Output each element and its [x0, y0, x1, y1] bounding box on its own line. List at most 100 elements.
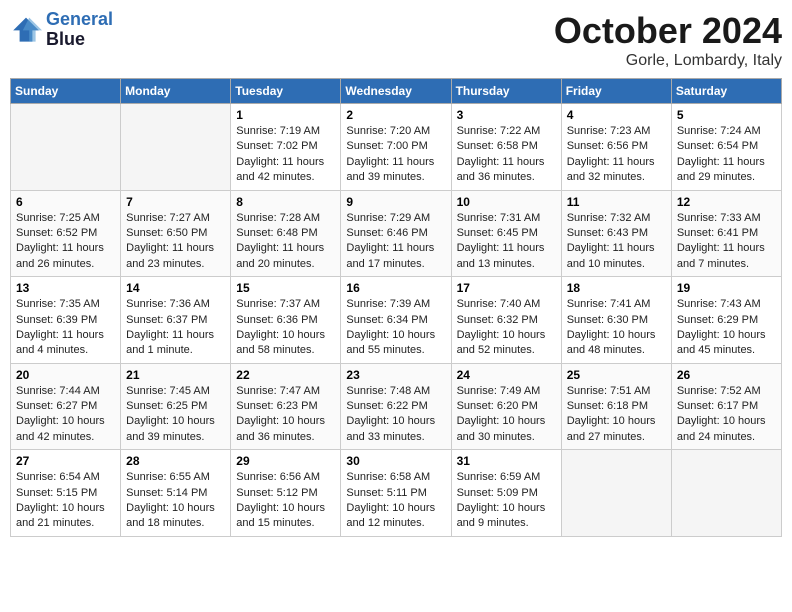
- day-number: 31: [457, 454, 556, 468]
- logo-text: GeneralBlue: [46, 10, 113, 50]
- calendar-day-cell: [11, 104, 121, 191]
- calendar-day-cell: 15 Sunrise: 7:37 AMSunset: 6:36 PMDayligh…: [231, 277, 341, 364]
- day-number: 6: [16, 195, 115, 209]
- day-info: Sunrise: 7:19 AMSunset: 7:02 PMDaylight:…: [236, 124, 335, 186]
- title-block: October 2024 Gorle, Lombardy, Italy: [554, 10, 782, 70]
- day-info: Sunrise: 7:20 AMSunset: 7:00 PMDaylight:…: [346, 124, 445, 186]
- calendar-day-cell: 17 Sunrise: 7:40 AMSunset: 6:32 PMDayligh…: [451, 277, 561, 364]
- day-number: 10: [457, 195, 556, 209]
- day-number: 30: [346, 454, 445, 468]
- day-info: Sunrise: 7:40 AMSunset: 6:32 PMDaylight:…: [457, 297, 556, 359]
- day-info: Sunrise: 7:31 AMSunset: 6:45 PMDaylight:…: [457, 211, 556, 273]
- calendar-day-cell: 30 Sunrise: 6:58 AMSunset: 5:11 PMDayligh…: [341, 450, 451, 537]
- calendar-day-cell: 21 Sunrise: 7:45 AMSunset: 6:25 PMDayligh…: [121, 363, 231, 450]
- day-number: 13: [16, 281, 115, 295]
- day-number: 22: [236, 368, 335, 382]
- day-info: Sunrise: 6:54 AMSunset: 5:15 PMDaylight:…: [16, 470, 115, 532]
- calendar-day-cell: 8Sunrise: 7:28 AMSunset: 6:48 PMDaylight…: [231, 190, 341, 277]
- day-info: Sunrise: 7:43 AMSunset: 6:29 PMDaylight:…: [677, 297, 776, 359]
- day-number: 21: [126, 368, 225, 382]
- calendar-day-cell: 26 Sunrise: 7:52 AMSunset: 6:17 PMDayligh…: [671, 363, 781, 450]
- calendar-day-cell: 24Sunrise: 7:49 AMSunset: 6:20 PMDayligh…: [451, 363, 561, 450]
- weekday-header: Wednesday: [341, 79, 451, 104]
- day-info: Sunrise: 7:52 AMSunset: 6:17 PMDaylight:…: [677, 384, 776, 446]
- day-number: 12: [677, 195, 776, 209]
- day-info: Sunrise: 7:51 AMSunset: 6:18 PMDaylight:…: [567, 384, 666, 446]
- logo: GeneralBlue: [10, 10, 113, 50]
- calendar-day-cell: 10 Sunrise: 7:31 AMSunset: 6:45 PMDayligh…: [451, 190, 561, 277]
- calendar-day-cell: 6 Sunrise: 7:25 AMSunset: 6:52 PMDaylight…: [11, 190, 121, 277]
- day-number: 19: [677, 281, 776, 295]
- day-number: 28: [126, 454, 225, 468]
- calendar-day-cell: 27 Sunrise: 6:54 AMSunset: 5:15 PMDayligh…: [11, 450, 121, 537]
- calendar-day-cell: [561, 450, 671, 537]
- day-number: 17: [457, 281, 556, 295]
- day-info: Sunrise: 6:59 AMSunset: 5:09 PMDaylight:…: [457, 470, 556, 532]
- calendar-day-cell: [121, 104, 231, 191]
- day-info: Sunrise: 7:48 AMSunset: 6:22 PMDaylight:…: [346, 384, 445, 446]
- day-number: 26: [677, 368, 776, 382]
- calendar-day-cell: 20Sunrise: 7:44 AMSunset: 6:27 PMDayligh…: [11, 363, 121, 450]
- day-info: Sunrise: 6:58 AMSunset: 5:11 PMDaylight:…: [346, 470, 445, 532]
- day-number: 18: [567, 281, 666, 295]
- day-info: Sunrise: 7:45 AMSunset: 6:25 PMDaylight:…: [126, 384, 225, 446]
- day-number: 25: [567, 368, 666, 382]
- calendar-week-row: 27 Sunrise: 6:54 AMSunset: 5:15 PMDayligh…: [11, 450, 782, 537]
- calendar-day-cell: 18Sunrise: 7:41 AMSunset: 6:30 PMDayligh…: [561, 277, 671, 364]
- day-number: 15: [236, 281, 335, 295]
- day-number: 4: [567, 108, 666, 122]
- calendar-day-cell: 11 Sunrise: 7:32 AMSunset: 6:43 PMDayligh…: [561, 190, 671, 277]
- calendar-day-cell: 22 Sunrise: 7:47 AMSunset: 6:23 PMDayligh…: [231, 363, 341, 450]
- day-info: Sunrise: 6:55 AMSunset: 5:14 PMDaylight:…: [126, 470, 225, 532]
- weekday-header: Sunday: [11, 79, 121, 104]
- calendar-day-cell: 19 Sunrise: 7:43 AMSunset: 6:29 PMDayligh…: [671, 277, 781, 364]
- day-info: Sunrise: 7:39 AMSunset: 6:34 PMDaylight:…: [346, 297, 445, 359]
- calendar-day-cell: 7 Sunrise: 7:27 AMSunset: 6:50 PMDaylight…: [121, 190, 231, 277]
- day-info: Sunrise: 7:25 AMSunset: 6:52 PMDaylight:…: [16, 211, 115, 273]
- day-number: 24: [457, 368, 556, 382]
- calendar-day-cell: 25 Sunrise: 7:51 AMSunset: 6:18 PMDayligh…: [561, 363, 671, 450]
- calendar-day-cell: 12 Sunrise: 7:33 AMSunset: 6:41 PMDayligh…: [671, 190, 781, 277]
- day-number: 14: [126, 281, 225, 295]
- weekday-header: Tuesday: [231, 79, 341, 104]
- weekday-header: Monday: [121, 79, 231, 104]
- logo-icon: [10, 16, 42, 44]
- calendar-day-cell: [671, 450, 781, 537]
- day-info: Sunrise: 7:37 AMSunset: 6:36 PMDaylight:…: [236, 297, 335, 359]
- day-number: 11: [567, 195, 666, 209]
- calendar-day-cell: 28 Sunrise: 6:55 AMSunset: 5:14 PMDayligh…: [121, 450, 231, 537]
- day-info: Sunrise: 7:24 AMSunset: 6:54 PMDaylight:…: [677, 124, 776, 186]
- calendar-day-cell: 23 Sunrise: 7:48 AMSunset: 6:22 PMDayligh…: [341, 363, 451, 450]
- calendar-day-cell: 9Sunrise: 7:29 AMSunset: 6:46 PMDaylight…: [341, 190, 451, 277]
- day-number: 29: [236, 454, 335, 468]
- calendar-day-cell: 3 Sunrise: 7:22 AMSunset: 6:58 PMDaylight…: [451, 104, 561, 191]
- calendar-day-cell: 14Sunrise: 7:36 AMSunset: 6:37 PMDayligh…: [121, 277, 231, 364]
- page-header: GeneralBlue October 2024 Gorle, Lombardy…: [10, 10, 782, 70]
- day-info: Sunrise: 7:33 AMSunset: 6:41 PMDaylight:…: [677, 211, 776, 273]
- day-number: 5: [677, 108, 776, 122]
- calendar-week-row: 1 Sunrise: 7:19 AMSunset: 7:02 PMDaylight…: [11, 104, 782, 191]
- weekday-header: Thursday: [451, 79, 561, 104]
- day-info: Sunrise: 7:35 AMSunset: 6:39 PMDaylight:…: [16, 297, 115, 359]
- day-info: Sunrise: 6:56 AMSunset: 5:12 PMDaylight:…: [236, 470, 335, 532]
- calendar-day-cell: 2 Sunrise: 7:20 AMSunset: 7:00 PMDaylight…: [341, 104, 451, 191]
- day-number: 8: [236, 195, 335, 209]
- day-info: Sunrise: 7:27 AMSunset: 6:50 PMDaylight:…: [126, 211, 225, 273]
- calendar-table: SundayMondayTuesdayWednesdayThursdayFrid…: [10, 78, 782, 537]
- day-number: 2: [346, 108, 445, 122]
- calendar-week-row: 6 Sunrise: 7:25 AMSunset: 6:52 PMDaylight…: [11, 190, 782, 277]
- day-info: Sunrise: 7:32 AMSunset: 6:43 PMDaylight:…: [567, 211, 666, 273]
- day-info: Sunrise: 7:22 AMSunset: 6:58 PMDaylight:…: [457, 124, 556, 186]
- calendar-day-cell: 29 Sunrise: 6:56 AMSunset: 5:12 PMDayligh…: [231, 450, 341, 537]
- calendar-week-row: 20Sunrise: 7:44 AMSunset: 6:27 PMDayligh…: [11, 363, 782, 450]
- day-number: 3: [457, 108, 556, 122]
- day-number: 7: [126, 195, 225, 209]
- calendar-day-cell: 31 Sunrise: 6:59 AMSunset: 5:09 PMDayligh…: [451, 450, 561, 537]
- day-info: Sunrise: 7:47 AMSunset: 6:23 PMDaylight:…: [236, 384, 335, 446]
- day-number: 23: [346, 368, 445, 382]
- day-number: 1: [236, 108, 335, 122]
- day-info: Sunrise: 7:29 AMSunset: 6:46 PMDaylight:…: [346, 211, 445, 273]
- calendar-day-cell: 5 Sunrise: 7:24 AMSunset: 6:54 PMDaylight…: [671, 104, 781, 191]
- day-number: 27: [16, 454, 115, 468]
- month-title: October 2024: [554, 10, 782, 52]
